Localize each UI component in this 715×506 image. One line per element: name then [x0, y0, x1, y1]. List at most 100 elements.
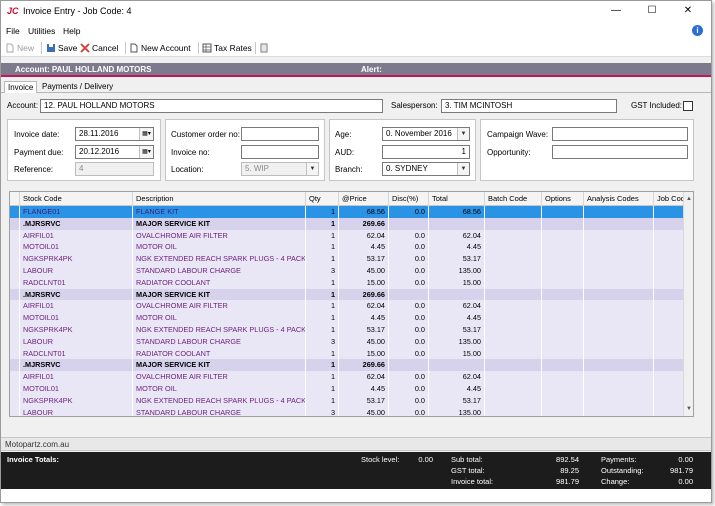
chevron-down-icon[interactable]: ▼	[306, 163, 318, 175]
cell-price[interactable]: 4.45	[339, 241, 389, 254]
cancel-button[interactable]: Cancel	[80, 42, 118, 54]
cell-batch[interactable]	[485, 347, 542, 360]
cell-code[interactable]: .MJRSRVC	[20, 217, 133, 230]
gst-included-checkbox[interactable]	[683, 101, 693, 111]
cell-options[interactable]	[542, 288, 584, 301]
cell-desc[interactable]: MAJOR SERVICE KIT	[133, 217, 306, 230]
cell-analysis[interactable]	[584, 359, 654, 372]
opportunity-field[interactable]	[552, 145, 688, 159]
cell-disc[interactable]: 0.0	[389, 253, 429, 265]
payment-due-field[interactable]: 20.12.2016 ▦▾	[75, 145, 154, 159]
cell-qty[interactable]: 1	[306, 394, 339, 407]
cell-job[interactable]	[654, 253, 685, 265]
chevron-down-icon[interactable]: ▼	[457, 128, 469, 140]
account-field[interactable]: 12. PAUL HOLLAND MOTORS	[40, 99, 383, 113]
row-indicator[interactable]	[10, 324, 20, 336]
cell-code[interactable]: RADCLNT01	[20, 276, 133, 289]
cell-batch[interactable]	[485, 383, 542, 395]
cell-batch[interactable]	[485, 324, 542, 336]
cell-disc[interactable]: 0.0	[389, 241, 429, 254]
table-row[interactable]: MOTOIL01 MOTOR OIL 1 4.45 0.0 4.45	[10, 312, 685, 324]
row-indicator[interactable]	[10, 288, 20, 301]
cell-options[interactable]	[542, 265, 584, 277]
table-row[interactable]: LABOUR STANDARD LABOUR CHARGE 3 45.00 0.0 135…	[10, 265, 685, 277]
table-row[interactable]: LABOUR STANDARD LABOUR CHARGE 3 45.00 0.0 135…	[10, 406, 685, 416]
location-select[interactable]: 5. WIP ▼	[241, 162, 319, 176]
cell-desc[interactable]: NGK EXTENDED REACH SPARK PLUGS - 4 PACK	[133, 394, 306, 407]
cell-total[interactable]	[429, 359, 485, 372]
cell-total[interactable]: 53.17	[429, 253, 485, 265]
cell-job[interactable]	[654, 276, 685, 289]
cell-total[interactable]: 135.00	[429, 265, 485, 277]
cell-disc[interactable]: 0.0	[389, 229, 429, 242]
cell-desc[interactable]: NGK EXTENDED REACH SPARK PLUGS - 4 PACK	[133, 253, 306, 265]
cell-total[interactable]	[429, 288, 485, 301]
menu-utilities[interactable]: Utilities	[28, 26, 55, 36]
cell-disc[interactable]: 0.0	[389, 383, 429, 395]
tab-invoice[interactable]: Invoice	[4, 81, 38, 93]
cell-analysis[interactable]	[584, 312, 654, 324]
column-header[interactable]: Options	[542, 192, 584, 206]
chevron-down-icon[interactable]: ▼	[457, 163, 469, 175]
cell-price[interactable]: 45.00	[339, 406, 389, 416]
vertical-scrollbar[interactable]: ▲ ▼	[683, 192, 693, 416]
cell-qty[interactable]: 1	[306, 288, 339, 301]
cell-code[interactable]: FLANGE01	[20, 206, 133, 218]
cell-batch[interactable]	[485, 394, 542, 407]
table-row[interactable]: MOTOIL01 MOTOR OIL 1 4.45 0.0 4.45	[10, 383, 685, 395]
cell-options[interactable]	[542, 206, 584, 218]
cell-price[interactable]: 4.45	[339, 383, 389, 395]
cell-code[interactable]: LABOUR	[20, 335, 133, 348]
cell-disc[interactable]	[389, 288, 429, 301]
cell-price[interactable]: 15.00	[339, 276, 389, 289]
campaign-wave-field[interactable]	[552, 127, 688, 141]
column-header[interactable]: @Price	[339, 192, 389, 206]
row-indicator[interactable]	[10, 217, 20, 230]
cell-total[interactable]: 53.17	[429, 324, 485, 336]
cell-options[interactable]	[542, 229, 584, 242]
row-indicator[interactable]	[10, 265, 20, 277]
maximize-button[interactable]: ☐	[637, 3, 667, 19]
cell-batch[interactable]	[485, 253, 542, 265]
cell-options[interactable]	[542, 394, 584, 407]
cell-qty[interactable]: 1	[306, 359, 339, 372]
cell-job[interactable]	[654, 312, 685, 324]
age-select[interactable]: 0. November 2016 ▼	[382, 127, 470, 141]
cell-total[interactable]: 4.45	[429, 241, 485, 254]
cell-options[interactable]	[542, 359, 584, 372]
cell-options[interactable]	[542, 312, 584, 324]
cell-desc[interactable]: MOTOR OIL	[133, 241, 306, 254]
cell-batch[interactable]	[485, 371, 542, 383]
cell-disc[interactable]: 0.0	[389, 371, 429, 383]
cell-desc[interactable]: NGK EXTENDED REACH SPARK PLUGS - 4 PACK	[133, 324, 306, 336]
scroll-up-icon[interactable]: ▲	[684, 194, 693, 204]
cell-batch[interactable]	[485, 265, 542, 277]
row-indicator[interactable]	[10, 394, 20, 407]
column-header[interactable]: Qty	[306, 192, 339, 206]
cell-job[interactable]	[654, 394, 685, 407]
cell-desc[interactable]: FLANGE KIT	[133, 206, 306, 218]
cell-analysis[interactable]	[584, 383, 654, 395]
cell-code[interactable]: NGKSPRK4PK	[20, 324, 133, 336]
cell-total[interactable]	[429, 217, 485, 230]
save-button[interactable]: Save	[46, 42, 77, 54]
cell-analysis[interactable]	[584, 335, 654, 348]
row-indicator[interactable]	[10, 335, 20, 348]
cell-desc[interactable]: STANDARD LABOUR CHARGE	[133, 335, 306, 348]
tax-rates-button[interactable]: Tax Rates	[202, 42, 252, 54]
cell-desc[interactable]: OVALCHROME AIR FILTER	[133, 300, 306, 313]
row-indicator[interactable]	[10, 241, 20, 254]
cell-qty[interactable]: 1	[306, 206, 339, 218]
table-row[interactable]: NGKSPRK4PK NGK EXTENDED REACH SPARK PLUGS…	[10, 324, 685, 336]
reference-field[interactable]: 4	[75, 162, 154, 176]
cell-job[interactable]	[654, 359, 685, 372]
close-button[interactable]: ✕	[673, 3, 703, 19]
cell-price[interactable]: 62.04	[339, 300, 389, 313]
cell-job[interactable]	[654, 265, 685, 277]
row-indicator[interactable]	[10, 359, 20, 372]
cell-code[interactable]: .MJRSRVC	[20, 288, 133, 301]
cell-options[interactable]	[542, 276, 584, 289]
table-row[interactable]: .MJRSRVC MAJOR SERVICE KIT 1 269.66	[10, 359, 685, 372]
row-indicator[interactable]	[10, 206, 20, 218]
cell-desc[interactable]: OVALCHROME AIR FILTER	[133, 229, 306, 242]
